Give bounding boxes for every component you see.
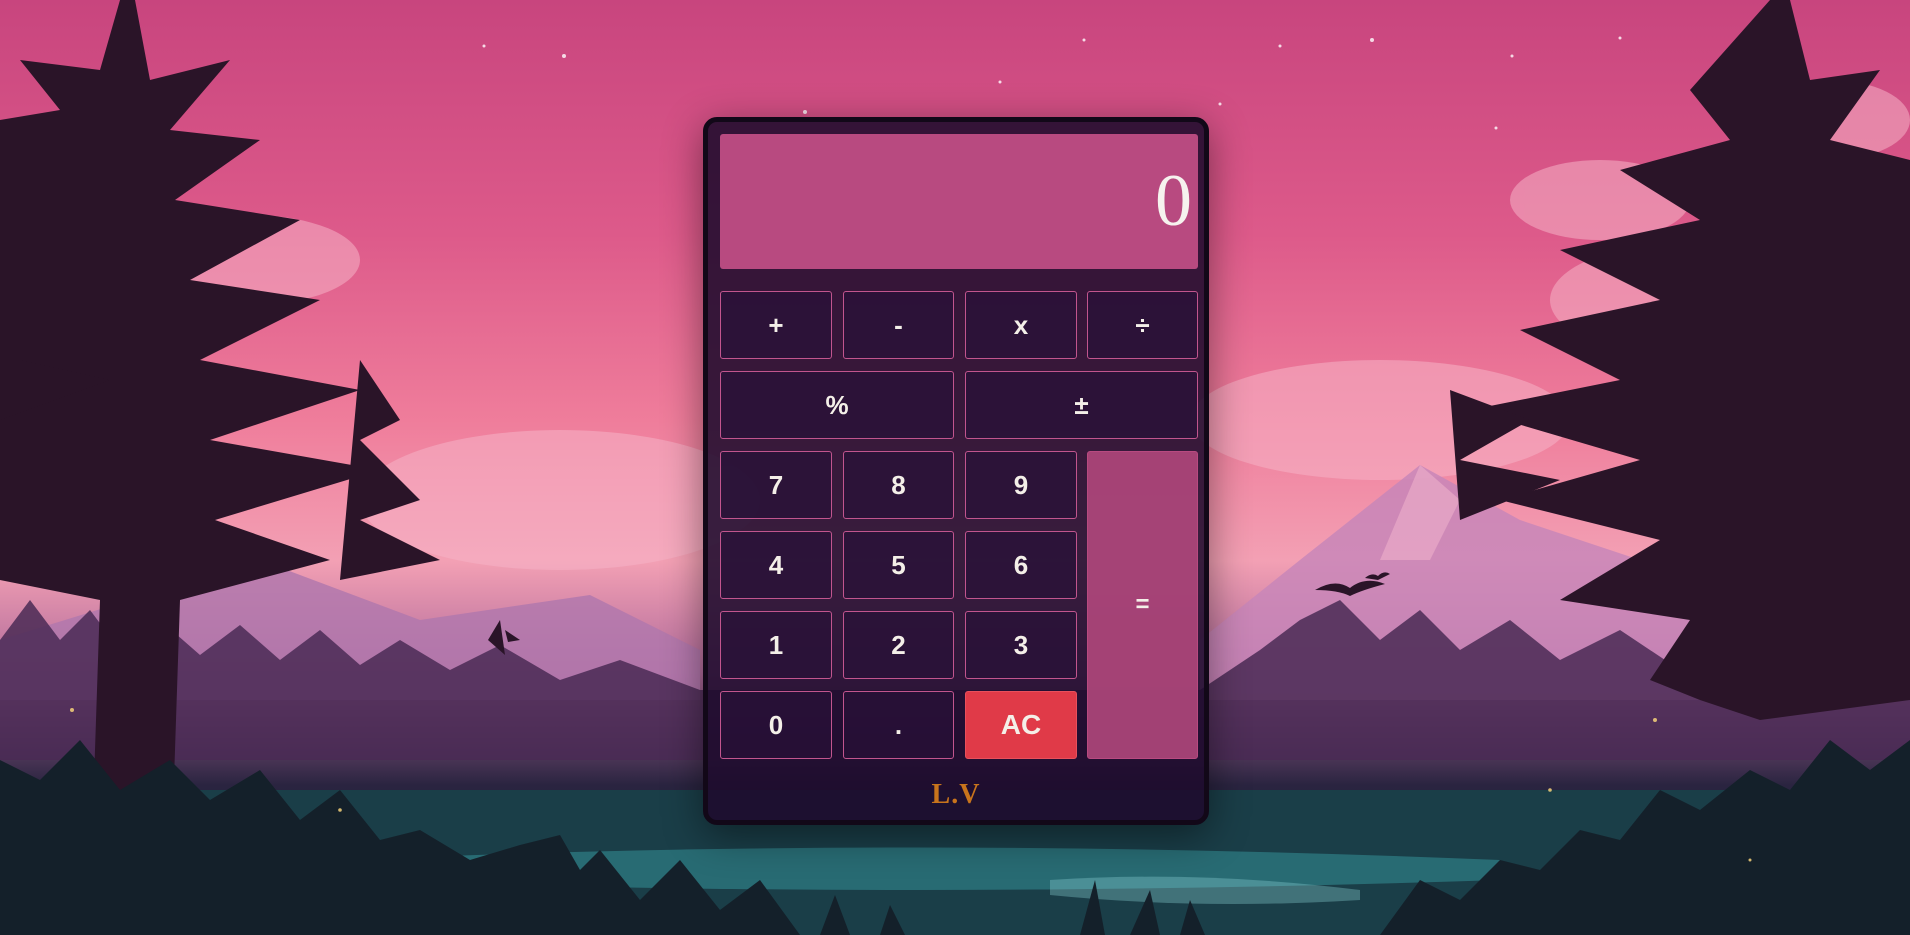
plus-minus-button[interactable]: ± (965, 371, 1198, 439)
divide-button[interactable]: ÷ (1087, 291, 1198, 359)
digit-4-button[interactable]: 4 (720, 531, 832, 599)
percent-button[interactable]: % (720, 371, 954, 439)
digit-9-button[interactable]: 9 (965, 451, 1077, 519)
digit-7-button[interactable]: 7 (720, 451, 832, 519)
digit-0-button[interactable]: 0 (720, 691, 832, 759)
digit-6-button[interactable]: 6 (965, 531, 1077, 599)
digit-2-button[interactable]: 2 (843, 611, 954, 679)
digit-8-button[interactable]: 8 (843, 451, 954, 519)
minus-button[interactable]: - (843, 291, 954, 359)
multiply-button[interactable]: x (965, 291, 1077, 359)
digit-1-button[interactable]: 1 (720, 611, 832, 679)
calculator-display: 0 (720, 134, 1198, 269)
all-clear-button[interactable]: AC (965, 691, 1077, 759)
equals-button[interactable]: = (1087, 451, 1198, 759)
calculator: 0 + - x ÷ % ± 7 8 9 4 5 6 1 2 3 0 . AC =… (703, 117, 1209, 825)
brand-signature: L.V (931, 779, 981, 810)
digit-5-button[interactable]: 5 (843, 531, 954, 599)
plus-button[interactable]: + (720, 291, 832, 359)
decimal-button[interactable]: . (843, 691, 954, 759)
digit-3-button[interactable]: 3 (965, 611, 1077, 679)
